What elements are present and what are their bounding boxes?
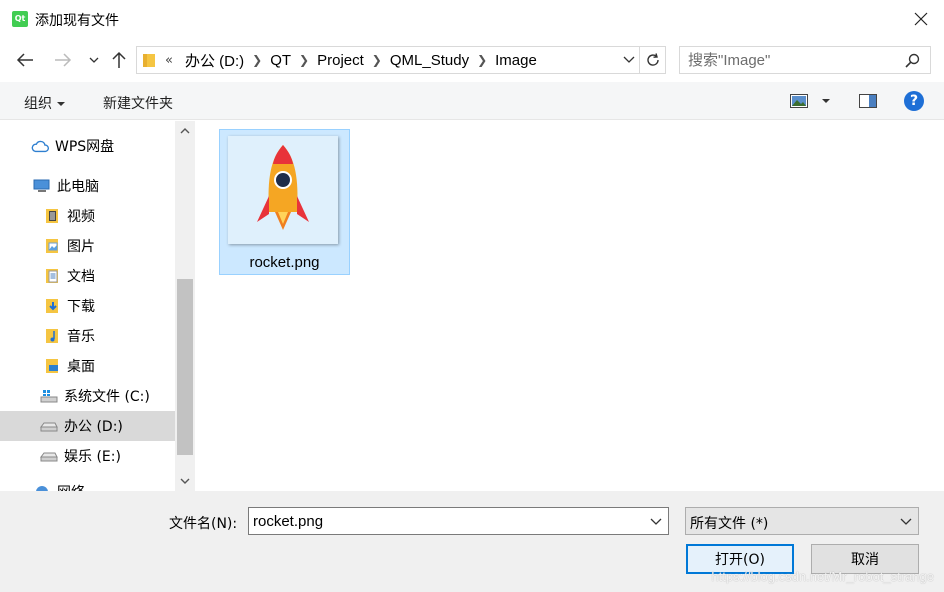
computer-icon (33, 178, 51, 194)
nav-label: 此电脑 (57, 179, 99, 195)
qt-app-icon: Qt (12, 11, 28, 27)
breadcrumb-overflow[interactable]: « (165, 53, 173, 68)
scrollbar-thumb[interactable] (177, 279, 193, 455)
breadcrumb-project[interactable]: Project (313, 52, 368, 69)
nav-label: 桌面 (67, 359, 95, 375)
scroll-up-button[interactable] (175, 121, 195, 141)
organize-label: 组织 (24, 96, 52, 112)
organize-menu[interactable]: 组织 (24, 93, 65, 113)
nav-item-pictures[interactable]: 图片 (0, 231, 175, 261)
nav-label: 网络 (57, 482, 85, 491)
nav-item-documents[interactable]: 文档 (0, 261, 175, 291)
video-folder-icon (43, 208, 61, 224)
chevron-down-icon[interactable] (650, 514, 662, 528)
close-icon (914, 12, 928, 26)
filename-input[interactable] (253, 512, 633, 530)
nav-item-drive-c[interactable]: 系统文件 (C:) (0, 381, 175, 411)
back-button[interactable] (14, 49, 36, 71)
nav-item-network[interactable]: 网络 (0, 477, 175, 491)
address-history-dropdown[interactable] (623, 52, 635, 70)
chevron-right-icon[interactable]: ❯ (473, 53, 491, 67)
nav-label: 音乐 (67, 329, 95, 345)
rocket-icon (257, 145, 309, 230)
file-item[interactable]: rocket.png (219, 129, 350, 275)
drive-icon (40, 418, 58, 434)
chevron-right-icon[interactable]: ❯ (368, 53, 386, 67)
nav-item-music[interactable]: 音乐 (0, 321, 175, 351)
nav-label: 娱乐 (E:) (64, 449, 121, 465)
preview-pane-icon[interactable] (859, 94, 877, 108)
close-button[interactable] (898, 0, 944, 38)
watermark: https://blog.csdn.net/Mr_robot_strange (711, 569, 934, 584)
breadcrumb-drive[interactable]: 办公 (D:) (181, 50, 248, 71)
title-bar: Qt 添加现有文件 (0, 0, 944, 38)
nav-item-downloads[interactable]: 下载 (0, 291, 175, 321)
new-folder-button[interactable]: 新建文件夹 (103, 93, 173, 113)
breadcrumb-qt[interactable]: QT (266, 52, 295, 69)
chevron-down-icon (180, 478, 190, 484)
filename-combobox[interactable] (248, 507, 669, 535)
file-name: rocket.png (249, 254, 320, 271)
forward-button[interactable] (52, 49, 74, 71)
nav-label: 下载 (67, 299, 95, 315)
search-input[interactable] (688, 51, 898, 69)
nav-label: 系统文件 (C:) (64, 389, 150, 405)
file-thumbnail (228, 136, 338, 244)
breadcrumb-image[interactable]: Image (491, 52, 541, 69)
refresh-button[interactable] (639, 47, 665, 73)
nav-scrollbar[interactable] (175, 121, 195, 491)
caret-down-icon (57, 102, 65, 106)
nav-item-videos[interactable]: 视频 (0, 201, 175, 231)
chevron-up-icon (180, 128, 190, 134)
search-box[interactable] (679, 46, 931, 74)
network-icon (33, 484, 51, 491)
command-toolbar: 组织 新建文件夹 ? (0, 82, 944, 120)
nav-item-drive-d[interactable]: 办公 (D:) (0, 411, 175, 441)
music-folder-icon (43, 328, 61, 344)
view-options-dropdown[interactable] (822, 99, 830, 103)
chevron-right-icon[interactable]: ❯ (295, 53, 313, 67)
folder-icon (143, 54, 155, 67)
chevron-down-icon (89, 57, 99, 63)
refresh-icon (646, 53, 659, 66)
help-icon[interactable]: ? (904, 91, 924, 111)
window-title: 添加现有文件 (35, 13, 119, 29)
recent-locations-button[interactable] (83, 49, 105, 71)
view-mode-icon[interactable] (790, 94, 808, 108)
nav-label: 图片 (67, 239, 95, 255)
chevron-down-icon (900, 518, 912, 525)
nav-item-desktop[interactable]: 桌面 (0, 351, 175, 381)
search-icon[interactable] (905, 53, 920, 68)
drive-icon (40, 448, 58, 464)
filename-label: 文件名(N): (169, 516, 238, 532)
chevron-down-icon (623, 56, 635, 63)
navigation-pane: WPS网盘 此电脑 视频 图片 文档 下载 音乐 桌面 系统文件 (C:) 办公… (0, 121, 195, 491)
desktop-folder-icon (43, 358, 61, 374)
breadcrumb-qml-study[interactable]: QML_Study (386, 52, 473, 69)
cloud-icon (31, 138, 49, 154)
file-type-filter[interactable]: 所有文件 (*) (685, 507, 919, 535)
dialog-footer: 文件名(N): 所有文件 (*) 打开(O) 取消 https://blog.c… (0, 491, 944, 592)
pictures-folder-icon (43, 238, 61, 254)
documents-folder-icon (43, 268, 61, 284)
arrow-left-icon (16, 53, 33, 67)
arrow-right-icon (55, 53, 72, 67)
address-row: « 办公 (D:) ❯ QT ❯ Project ❯ QML_Study ❯ I… (0, 38, 944, 82)
windows-drive-icon (40, 388, 58, 404)
chevron-right-icon[interactable]: ❯ (248, 53, 266, 67)
address-bar[interactable]: « 办公 (D:) ❯ QT ❯ Project ❯ QML_Study ❯ I… (136, 46, 666, 74)
nav-item-drive-e[interactable]: 娱乐 (E:) (0, 441, 175, 471)
up-button[interactable] (108, 49, 130, 71)
nav-label: 文档 (67, 269, 95, 285)
nav-label: 办公 (D:) (64, 419, 123, 435)
nav-label: WPS网盘 (55, 139, 115, 155)
nav-label: 视频 (67, 209, 95, 225)
filter-value: 所有文件 (*) (690, 516, 769, 532)
scroll-down-button[interactable] (175, 471, 195, 491)
nav-item-this-pc[interactable]: 此电脑 (0, 171, 175, 201)
nav-item-wps-cloud[interactable]: WPS网盘 (0, 131, 175, 161)
downloads-folder-icon (43, 298, 61, 314)
arrow-up-icon (112, 51, 126, 68)
file-list-pane[interactable]: rocket.png (196, 121, 944, 491)
